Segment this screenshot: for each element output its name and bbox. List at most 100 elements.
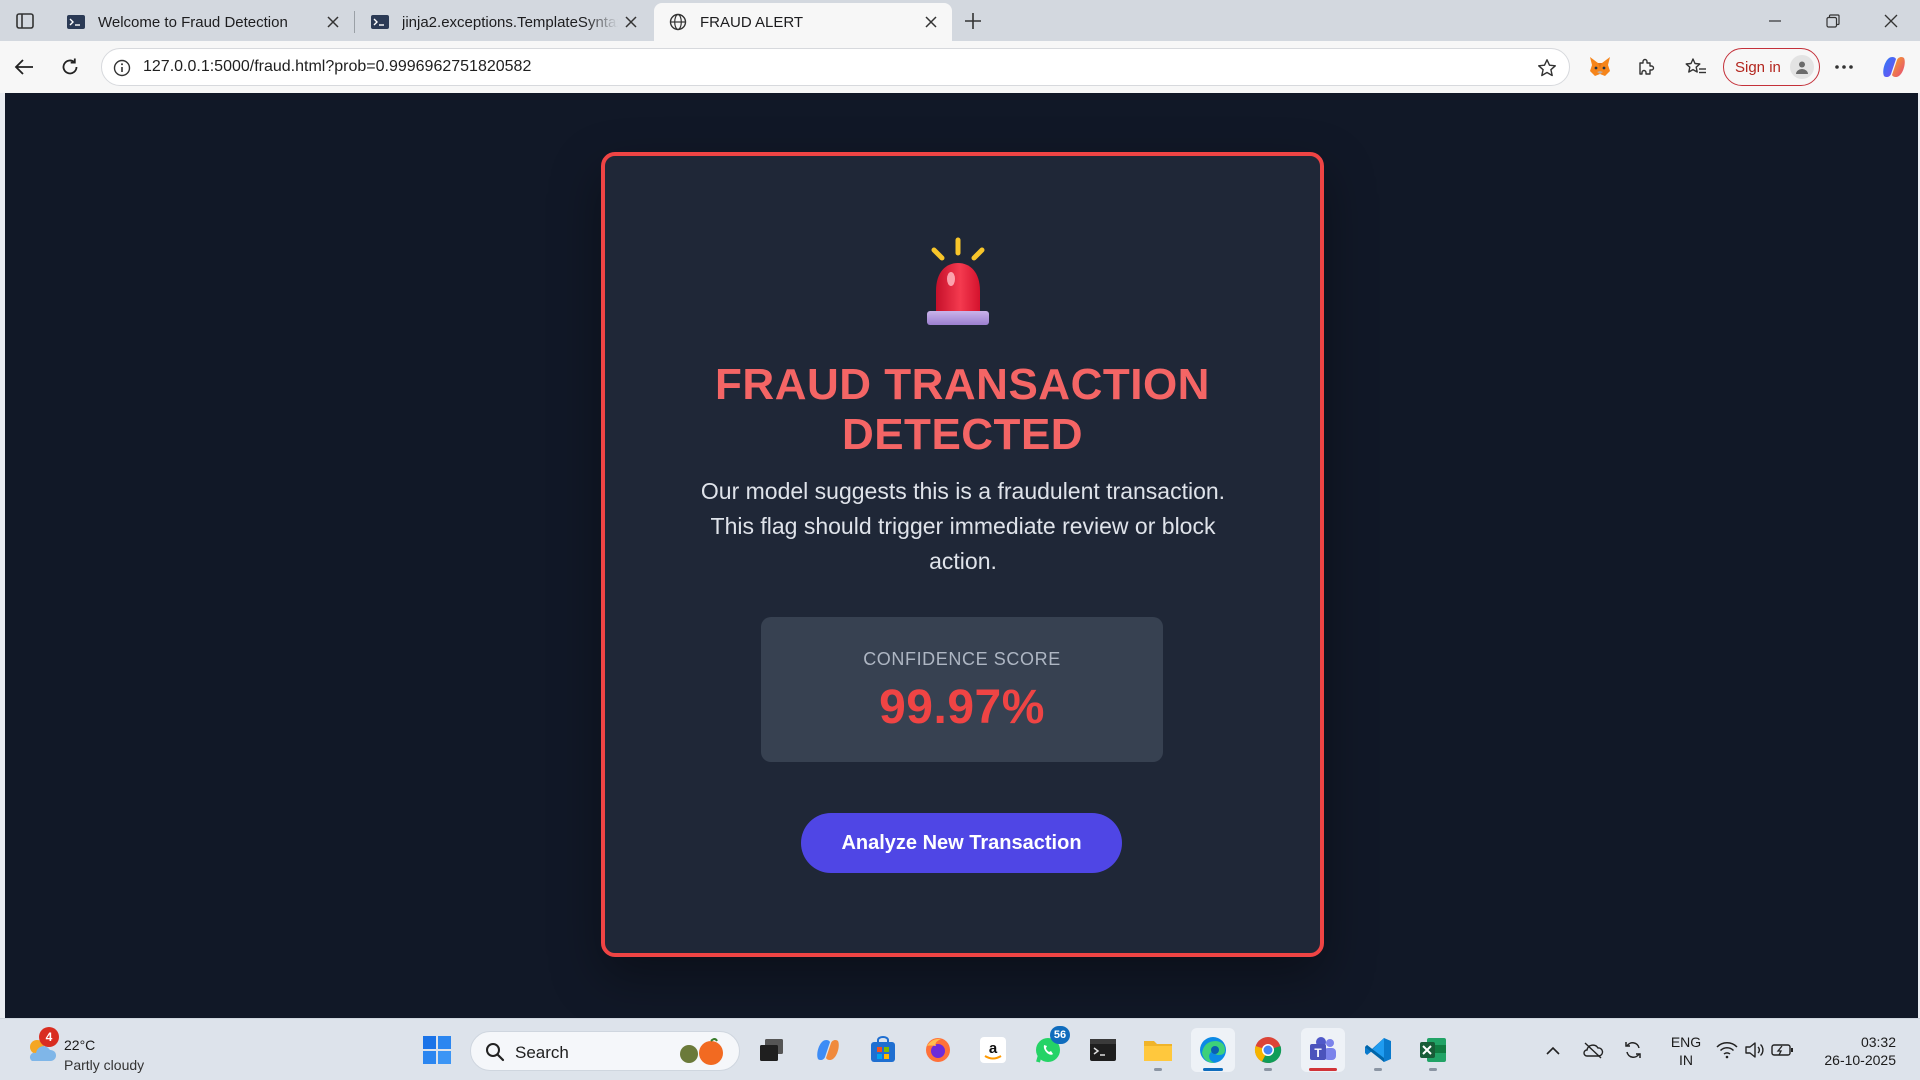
plus-icon bbox=[965, 13, 981, 29]
person-icon bbox=[1796, 61, 1808, 74]
tab-template-error[interactable]: jinja2.exceptions.TemplateSyntaxError bbox=[356, 3, 652, 41]
more-options-button[interactable] bbox=[1826, 50, 1862, 84]
extensions-button[interactable] bbox=[1628, 50, 1664, 84]
sync-status[interactable] bbox=[1618, 1035, 1648, 1065]
taskbar-edge[interactable] bbox=[1191, 1028, 1235, 1072]
taskbar-vscode[interactable] bbox=[1356, 1028, 1400, 1072]
battery-status[interactable] bbox=[1768, 1035, 1798, 1065]
close-tab-icon[interactable] bbox=[618, 9, 644, 35]
weather-temperature: 22°C bbox=[64, 1037, 96, 1053]
firefox-icon bbox=[926, 1038, 950, 1062]
terminal-icon bbox=[370, 14, 390, 30]
favorites-button[interactable] bbox=[1678, 50, 1714, 84]
active-window-indicator bbox=[1203, 1068, 1223, 1071]
svg-text:T: T bbox=[1314, 1046, 1322, 1060]
headline-line-1: FRAUD TRANSACTION bbox=[715, 360, 1210, 409]
running-indicator bbox=[1374, 1068, 1382, 1071]
close-tab-icon[interactable] bbox=[918, 9, 944, 35]
headline-line-2: DETECTED bbox=[841, 410, 1084, 459]
edge-icon bbox=[1200, 1037, 1226, 1063]
taskbar-copilot[interactable] bbox=[806, 1028, 850, 1072]
tab-welcome[interactable]: Welcome to Fraud Detection bbox=[52, 3, 354, 41]
analyze-new-transaction-button[interactable]: Analyze New Transaction bbox=[801, 813, 1122, 873]
taskbar-amazon[interactable]: a bbox=[971, 1028, 1015, 1072]
network-status[interactable] bbox=[1712, 1035, 1742, 1065]
fox-icon bbox=[1590, 57, 1610, 76]
start-button[interactable] bbox=[415, 1028, 459, 1072]
taskbar-file-explorer[interactable] bbox=[1136, 1028, 1180, 1072]
restore-icon bbox=[1826, 13, 1840, 28]
tab-fraud-alert[interactable]: FRAUD ALERT bbox=[654, 3, 952, 41]
search-highlight-icon bbox=[680, 1038, 723, 1065]
favorites-icon bbox=[1685, 58, 1706, 74]
puzzle-icon bbox=[1639, 58, 1655, 75]
task-view-button[interactable] bbox=[750, 1028, 794, 1072]
close-window-button[interactable] bbox=[1862, 0, 1920, 41]
amazon-icon: a bbox=[980, 1037, 1006, 1063]
onedrive-status[interactable] bbox=[1578, 1035, 1608, 1065]
confidence-score-label: CONFIDENCE SCORE bbox=[863, 649, 1061, 669]
refresh-icon bbox=[62, 58, 78, 75]
new-tab-button[interactable] bbox=[956, 6, 990, 36]
whatsapp-unread-badge: 56 bbox=[1050, 1026, 1070, 1044]
back-button[interactable] bbox=[6, 50, 42, 84]
avatar bbox=[1790, 55, 1814, 79]
confidence-score-panel: CONFIDENCE SCORE 99.97% bbox=[761, 617, 1163, 762]
favorite-star-icon[interactable] bbox=[1535, 56, 1559, 80]
restore-button[interactable] bbox=[1804, 0, 1862, 41]
system-clock[interactable]: 03:32 26-10-2025 bbox=[1802, 1033, 1896, 1069]
address-bar[interactable]: 127.0.0.1:5000/fraud.html?prob=0.9996962… bbox=[101, 48, 1570, 86]
cloud-offline-icon bbox=[1583, 1042, 1604, 1059]
show-hidden-icons-button[interactable] bbox=[1538, 1035, 1568, 1065]
close-tab-icon[interactable] bbox=[320, 9, 346, 35]
taskbar-chrome[interactable] bbox=[1246, 1028, 1290, 1072]
tab-title: jinja2.exceptions.TemplateSyntaxError bbox=[402, 13, 618, 31]
volume-control[interactable] bbox=[1740, 1035, 1770, 1065]
running-indicator bbox=[1154, 1068, 1162, 1071]
tab-separator bbox=[354, 11, 355, 33]
folder-icon bbox=[1144, 1041, 1172, 1061]
url-text[interactable]: 127.0.0.1:5000/fraud.html?prob=0.9996962… bbox=[143, 58, 531, 76]
minimize-button[interactable] bbox=[1746, 0, 1804, 41]
task-view-icon bbox=[760, 1039, 783, 1061]
excel-icon bbox=[1420, 1038, 1446, 1062]
svg-text:a: a bbox=[989, 1040, 998, 1057]
clock-date: 26-10-2025 bbox=[1824, 1052, 1896, 1068]
battery-charging-icon bbox=[1771, 1044, 1793, 1056]
taskbar-whatsapp[interactable]: 56 bbox=[1026, 1026, 1070, 1072]
sign-in-label: Sign in bbox=[1735, 58, 1781, 76]
taskbar-excel[interactable] bbox=[1411, 1028, 1455, 1072]
search-placeholder: Search bbox=[515, 1043, 569, 1062]
arrow-left-icon bbox=[14, 59, 33, 75]
tab-title: FRAUD ALERT bbox=[700, 13, 804, 31]
tab-title: Welcome to Fraud Detection bbox=[98, 13, 288, 31]
input-language-indicator[interactable]: ENG IN bbox=[1666, 1033, 1706, 1069]
chevron-up-icon bbox=[1546, 1046, 1560, 1055]
reload-button[interactable] bbox=[52, 50, 88, 84]
sign-in-button[interactable]: Sign in bbox=[1723, 48, 1820, 86]
alert-description: Our model suggests this is a fraudulent … bbox=[700, 478, 1226, 574]
fraud-alert-card: FRAUD TRANSACTION DETECTED Our model sug… bbox=[601, 152, 1324, 957]
taskbar-search[interactable]: Search bbox=[470, 1031, 740, 1071]
taskbar-teams[interactable]: T bbox=[1301, 1028, 1345, 1072]
taskbar-firefox[interactable] bbox=[916, 1028, 960, 1072]
taskbar-store[interactable] bbox=[861, 1028, 905, 1072]
windows-taskbar: 4 22°C Partly cloudy Search a 56 T ENG I… bbox=[0, 1018, 1920, 1080]
taskbar-terminal[interactable] bbox=[1081, 1028, 1125, 1072]
clock-time: 03:32 bbox=[1860, 1034, 1896, 1050]
copilot-button[interactable] bbox=[1876, 50, 1912, 84]
metamask-extension-button[interactable] bbox=[1582, 50, 1618, 84]
sync-icon bbox=[1625, 1042, 1641, 1058]
windows-logo-icon bbox=[423, 1036, 451, 1064]
terminal-icon bbox=[66, 14, 86, 30]
weather-widget[interactable]: 4 22°C Partly cloudy bbox=[22, 1027, 172, 1073]
confidence-score-value: 99.97% bbox=[879, 681, 1045, 734]
keyboard-region: IN bbox=[1679, 1052, 1693, 1068]
copilot-icon bbox=[817, 1039, 839, 1061]
tab-actions-button[interactable] bbox=[10, 8, 40, 34]
browser-toolbar: 127.0.0.1:5000/fraud.html?prob=0.9996962… bbox=[0, 41, 1920, 93]
site-info-icon[interactable] bbox=[112, 58, 132, 78]
terminal-icon bbox=[1090, 1039, 1116, 1061]
sidebar-toggle-icon bbox=[16, 13, 34, 29]
teams-icon: T bbox=[1310, 1037, 1336, 1060]
